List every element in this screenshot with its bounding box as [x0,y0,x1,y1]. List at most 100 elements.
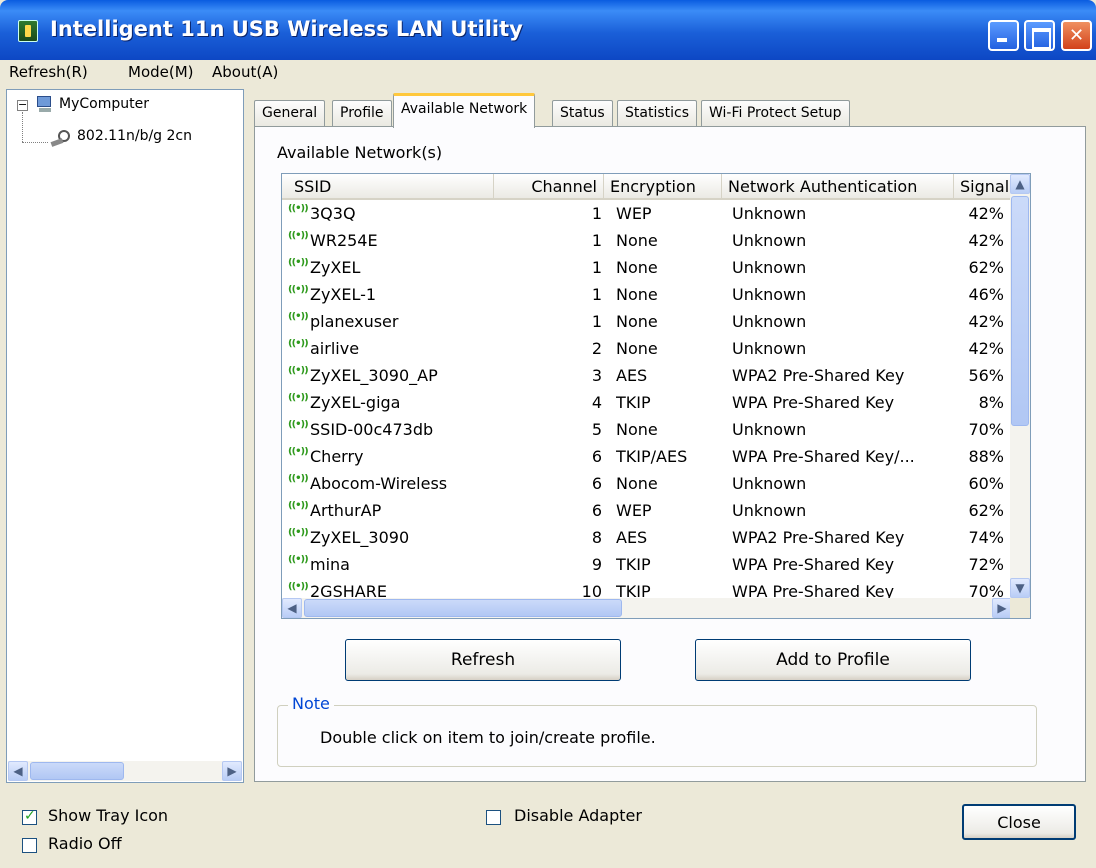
column-encryption[interactable]: Encryption [604,174,722,200]
menu-mode[interactable]: Mode(M) [128,63,194,81]
refresh-button[interactable]: Refresh [345,639,621,681]
cell-encryption: None [616,420,726,439]
wifi-signal-icon [288,339,310,355]
cell-signal: 42% [942,204,1004,223]
radio-off-checkbox[interactable] [22,838,37,853]
cell-signal: 46% [942,285,1004,304]
tree-connector [22,142,48,143]
cell-signal: 70% [942,582,1004,598]
maximize-button[interactable] [1024,20,1055,51]
cell-encryption-text: None [616,231,658,250]
show-tray-icon-label[interactable]: Show Tray Icon [48,806,168,825]
cell-signal: 8% [942,393,1004,412]
network-row[interactable]: 3Q3Q 1 WEP Unknown 42% [282,202,1012,229]
network-row[interactable]: 2GSHARE 10 TKIP WPA Pre-Shared Key 70% [282,580,1012,598]
network-row[interactable]: Cherry 6 TKIP/AES WPA Pre-Shared Key/... 88% [282,445,1012,472]
scroll-right-button[interactable]: ▶ [222,761,242,781]
scroll-thumb[interactable] [304,599,622,617]
cell-ssid-text: 2GSHARE [310,582,387,598]
tab-available-network[interactable]: Available Network [393,93,536,128]
cell-encryption-text: WEP [616,501,652,520]
tab-profile[interactable]: Profile [332,100,392,127]
cell-signal: 88% [942,447,1004,466]
column-channel[interactable]: Channel [494,174,604,200]
network-row[interactable]: SSID-00c473db 5 None Unknown 70% [282,418,1012,445]
device-tree[interactable]: − MyComputer 802.11n/b/g 2cn ◀ ▶ [6,89,244,783]
cell-channel-text: 4 [591,393,602,412]
cell-channel-text: 1 [591,258,602,277]
disable-adapter-checkbox[interactable] [486,810,501,825]
scroll-down-button[interactable]: ▼ [1010,578,1030,598]
network-row[interactable]: ArthurAP 6 WEP Unknown 62% [282,499,1012,526]
network-row[interactable]: ZyXEL 1 None Unknown 62% [282,256,1012,283]
column-network-authentication[interactable]: Network Authentication [722,174,954,200]
chevron-up-icon: ▲ [1015,177,1025,191]
network-row[interactable]: planexuser 1 None Unknown 42% [282,310,1012,337]
cell-authentication: WPA Pre-Shared Key/... [732,447,952,466]
cell-channel: 1 [526,258,602,277]
cell-authentication-text: WPA Pre-Shared Key [732,582,895,598]
cell-authentication-text: Unknown [732,339,807,358]
note-title: Note [288,694,334,713]
wifi-signal-icon [288,231,310,247]
network-list[interactable]: SSID Channel Encryption Network Authenti… [281,173,1031,619]
wireless-adapter-icon [50,130,73,147]
cell-encryption-text: AES [616,366,648,385]
title-bar[interactable]: Intelligent 11n USB Wireless LAN Utility… [0,0,1096,60]
menu-about[interactable]: About(A) [212,63,278,81]
column-signal[interactable]: Signal [954,174,1012,200]
cell-channel-text: 9 [591,555,602,574]
add-to-profile-button[interactable]: Add to Profile [695,639,971,681]
scroll-left-button[interactable]: ◀ [282,598,302,618]
scroll-up-button[interactable]: ▲ [1010,174,1030,194]
tree-collapse-toggle[interactable]: − [17,99,28,111]
cell-signal-text: 8% [978,393,1004,412]
tab-general[interactable]: General [254,100,326,127]
cell-signal: 42% [942,231,1004,250]
cell-ssid: airlive [288,339,528,358]
close-window-button[interactable]: ✕ [1061,20,1092,51]
cell-authentication: Unknown [732,312,952,331]
network-row[interactable]: ZyXEL_3090_AP 3 AES WPA2 Pre-Shared Key 56% [282,364,1012,391]
cell-authentication-text: WPA Pre-Shared Key [732,555,895,574]
tab-wifi-protect-setup[interactable]: Wi-Fi Protect Setup [701,100,850,127]
tree-horizontal-scrollbar[interactable]: ◀ ▶ [8,761,242,781]
minimize-button[interactable] [988,20,1019,51]
scroll-thumb[interactable] [30,762,124,780]
tree-node-mycomputer[interactable]: MyComputer [59,96,149,112]
cell-ssid-text: planexuser [310,312,399,331]
cell-authentication: WPA Pre-Shared Key [732,555,952,574]
cell-authentication-text: Unknown [732,501,807,520]
show-tray-icon-checkbox[interactable] [22,808,37,825]
tree-node-adapter[interactable]: 802.11n/b/g 2cn [77,128,192,144]
network-row[interactable]: mina 9 TKIP WPA Pre-Shared Key 72% [282,553,1012,580]
cell-channel-text: 5 [591,420,602,439]
list-horizontal-scrollbar[interactable]: ◀ ▶ [282,598,1012,618]
scroll-right-button[interactable]: ▶ [992,598,1012,618]
disable-adapter-label[interactable]: Disable Adapter [514,806,642,825]
wifi-signal-icon [288,204,310,220]
network-row[interactable]: ZyXEL_3090 8 AES WPA2 Pre-Shared Key 74% [282,526,1012,553]
scroll-left-button[interactable]: ◀ [8,761,28,781]
network-row[interactable]: Abocom-Wireless 6 None Unknown 60% [282,472,1012,499]
network-row[interactable]: ZyXEL-giga 4 TKIP WPA Pre-Shared Key 8% [282,391,1012,418]
wifi-signal-icon [288,312,310,328]
cell-ssid-text: ZyXEL-giga [310,393,401,412]
network-row[interactable]: ZyXEL-1 1 None Unknown 46% [282,283,1012,310]
tab-statistics[interactable]: Statistics [617,100,697,127]
wifi-signal-icon [288,393,310,409]
column-ssid[interactable]: SSID [282,174,494,200]
radio-off-label[interactable]: Radio Off [48,834,122,853]
close-button[interactable]: Close [962,804,1076,840]
cell-channel-text: 3 [591,366,602,385]
scroll-thumb[interactable] [1011,196,1029,426]
network-row[interactable]: airlive 2 None Unknown 42% [282,337,1012,364]
cell-authentication: Unknown [732,285,952,304]
cell-encryption-text: None [616,285,658,304]
tree-connector [22,112,23,142]
tab-status[interactable]: Status [552,100,613,127]
list-vertical-scrollbar[interactable]: ▲ ▼ [1010,174,1030,598]
menu-refresh[interactable]: Refresh(R) [9,63,88,81]
network-row[interactable]: WR254E 1 None Unknown 42% [282,229,1012,256]
cell-encryption-text: None [616,474,658,493]
